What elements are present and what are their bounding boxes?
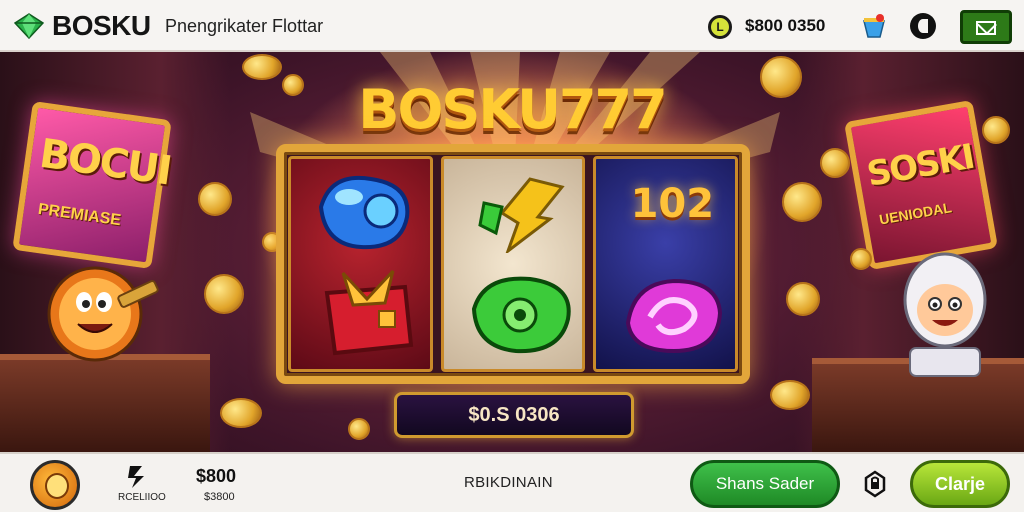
spin-button[interactable]: Shans Sader xyxy=(690,460,840,508)
right-sign-title: SOSKI xyxy=(864,136,977,195)
gold-coin xyxy=(820,148,850,178)
win-amount-display: $0.S 0306 xyxy=(394,392,634,438)
brand-logo[interactable]: BOSKU xyxy=(14,10,151,42)
slot-reels[interactable]: 102 xyxy=(276,144,750,384)
slot-icon[interactable] xyxy=(124,462,152,490)
action-button[interactable]: Clarje xyxy=(910,460,1010,508)
lightning-symbol xyxy=(477,177,565,253)
footer-mid-label: RBIKDINAIN xyxy=(464,474,553,491)
reel-1 xyxy=(288,156,433,372)
gold-coin xyxy=(198,182,232,216)
player-avatar[interactable] xyxy=(30,460,80,510)
gold-coin xyxy=(982,116,1010,144)
left-mascot xyxy=(47,266,159,362)
diamond-logo-icon xyxy=(14,13,44,39)
brand-subtitle: Pnengrikater Flottar xyxy=(165,16,324,36)
top-bar: BOSKU Pnengrikater Flottar L $800 0350 xyxy=(0,0,1024,52)
lock-icon[interactable] xyxy=(862,470,888,498)
reel-2 xyxy=(440,156,586,372)
green-gem-symbol xyxy=(471,276,571,354)
right-mascot xyxy=(903,252,987,377)
left-sign-title: BOCUI xyxy=(36,130,174,195)
reel-3: 102 xyxy=(593,156,739,372)
purple-swirl-symbol xyxy=(626,278,723,354)
gold-coin xyxy=(786,282,820,316)
red-gift-symbol xyxy=(324,269,414,356)
slot-label: RCELIIOO xyxy=(118,492,166,503)
gold-coin xyxy=(282,74,304,96)
footer-balance: $800 xyxy=(196,466,237,486)
left-neon-sign: BOCUI PREMIASE xyxy=(12,100,174,270)
brand-name: BOSKU xyxy=(52,10,151,41)
game-scene: BOCUI PREMIASE SOSKI UENIODAL BOSKU777 1… xyxy=(0,52,1024,452)
left-sign-subtitle: PREMIASE xyxy=(36,200,123,230)
gold-coin xyxy=(782,182,822,222)
right-sign-subtitle: UENIODAL xyxy=(878,199,953,228)
reel-3-number: 102 xyxy=(630,181,715,227)
coin-status-icon[interactable]: L xyxy=(708,15,732,39)
gold-coin xyxy=(348,418,370,440)
gold-coin xyxy=(242,54,282,80)
gold-coin xyxy=(204,274,244,314)
left-counter xyxy=(0,354,210,452)
gold-coin xyxy=(850,248,872,270)
header-balance: $800 0350 xyxy=(745,16,826,35)
notification-icon[interactable] xyxy=(860,13,888,39)
gold-coin xyxy=(220,398,262,428)
gold-coin xyxy=(760,56,802,98)
mail-icon xyxy=(976,21,996,35)
gold-coin xyxy=(770,380,810,410)
mail-button[interactable] xyxy=(960,10,1012,44)
game-title-logo: BOSKU777 xyxy=(358,78,667,141)
right-neon-sign: SOSKI UENIODAL xyxy=(843,99,999,271)
footer-balance-sub: $3800 xyxy=(204,491,235,503)
blue-gem-symbol xyxy=(318,175,410,250)
timer-icon[interactable] xyxy=(910,13,936,39)
